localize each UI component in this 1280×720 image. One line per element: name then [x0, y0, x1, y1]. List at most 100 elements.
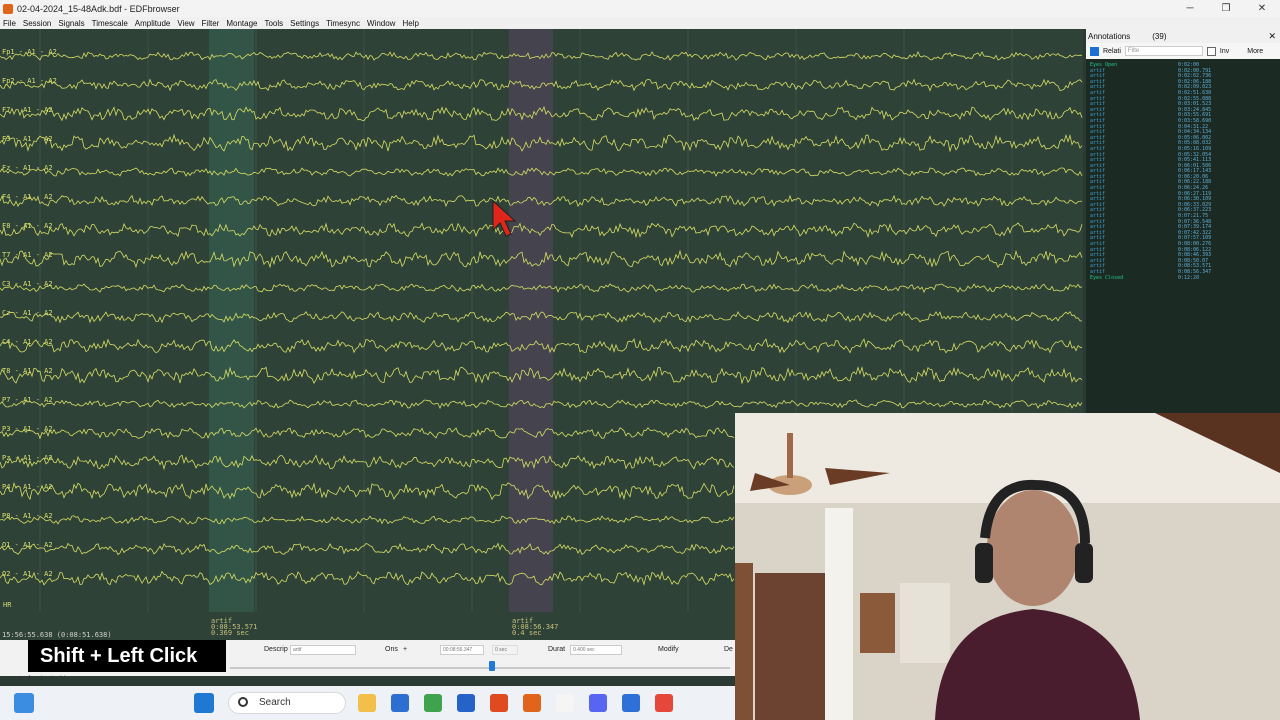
channel-label[interactable]: C3 - A1 - A2	[2, 280, 53, 288]
eeg-trace	[0, 570, 735, 586]
menu-help[interactable]: Help	[402, 19, 418, 28]
maximize-button[interactable]: ❐	[1208, 3, 1244, 14]
onset-input[interactable]: 00:08:56.347	[440, 645, 484, 655]
channel-label[interactable]: F8 - A1 - A2	[2, 222, 53, 230]
eeg-trace	[0, 133, 1083, 153]
channel-label[interactable]: O2 - A1 - A2	[2, 570, 53, 578]
chrome-icon[interactable]	[655, 694, 673, 712]
annotation-label-2: artif 0:08:56.347 0.4 sec	[512, 617, 559, 637]
menu-view[interactable]: View	[177, 19, 194, 28]
inverse-checkbox[interactable]	[1206, 46, 1216, 56]
annotation-label-1: artif 0:08:53.571 0.369 sec	[211, 617, 258, 637]
window-title: 02-04-2024_15-48Adk.bdf - EDFbrowser	[17, 3, 180, 14]
onset-label: Ons	[385, 646, 398, 653]
eeg-trace	[0, 482, 735, 501]
minimize-button[interactable]: ─	[1172, 3, 1208, 14]
eeg-trace	[0, 78, 1083, 92]
menu-montage[interactable]: Montage	[226, 19, 257, 28]
playback-controls[interactable]: ⏮ ■ ▶ ◇ ⋀ ⋁ ‹ › ⏭	[8, 676, 93, 683]
onset-sign[interactable]: +	[403, 646, 407, 653]
eeg-trace	[0, 542, 735, 556]
filter-input[interactable]: Filte	[1124, 46, 1203, 56]
annotations-header: Annotations (39) ✕	[1086, 29, 1280, 43]
description-input[interactable]: artif	[290, 645, 356, 655]
menu-filter[interactable]: Filter	[202, 19, 220, 28]
search-label: Search	[259, 697, 291, 708]
onset-extra[interactable]: 0 sec	[492, 645, 518, 655]
more-button[interactable]: More	[1247, 48, 1263, 55]
relative-checkbox[interactable]	[1090, 46, 1099, 56]
hr-label: HR	[3, 601, 12, 609]
menu-timesync[interactable]: Timesync	[326, 19, 360, 28]
channel-label[interactable]: O1 - A1 - A2	[2, 541, 53, 549]
channel-label[interactable]: T7 - A1 - A2	[2, 251, 53, 259]
discord-icon[interactable]	[589, 694, 607, 712]
channel-label[interactable]: F3 - A1 - A2	[2, 135, 53, 143]
eeg-trace	[0, 283, 1083, 293]
channel-label[interactable]: C4 - A1 - A2	[2, 338, 53, 346]
menu-session[interactable]: Session	[23, 19, 51, 28]
annotations-title: Annotations	[1088, 31, 1131, 41]
menu-window[interactable]: Window	[367, 19, 395, 28]
store-icon[interactable]	[391, 694, 409, 712]
inverse-label: Inv	[1219, 47, 1230, 55]
duration-label: Durat	[548, 646, 566, 653]
eeg-trace	[0, 515, 735, 525]
files-icon[interactable]	[358, 694, 376, 712]
menu-signals[interactable]: Signals	[58, 19, 84, 28]
eeg-trace	[0, 105, 1083, 122]
channel-label[interactable]: F4 - A1 - A2	[2, 193, 53, 201]
time-slider-track[interactable]	[230, 667, 730, 669]
eeg-trace	[0, 51, 1083, 61]
webcam-video	[735, 413, 1280, 720]
annotation-description: Eyes Closed	[1090, 274, 1124, 281]
menu-amplitude[interactable]: Amplitude	[135, 19, 171, 28]
menu-tools[interactable]: Tools	[264, 19, 283, 28]
annotations-toolbar: Relati Filte Inv More	[1086, 43, 1280, 59]
edfbrowser-icon[interactable]	[523, 694, 541, 712]
annotation-time: 0:12:20	[1178, 274, 1200, 281]
windows-start-icon[interactable]	[14, 693, 34, 713]
channel-label[interactable]: Fp1 - A1 - A2	[2, 48, 57, 56]
taskbar-search[interactable]: Search	[228, 692, 346, 714]
annotations-panel: Annotations (39) ✕ Relati Filte Inv More…	[1086, 29, 1280, 413]
duration-input[interactable]: 0.400 sec	[570, 645, 622, 655]
eeg-trace	[0, 365, 1083, 385]
channel-label[interactable]: F7 - A1 - A2	[2, 106, 53, 114]
annotations-list[interactable]: Eyes Open 0:02:00 artif 0:02:00.791 artif 0:0…	[1090, 62, 1276, 413]
channel-label[interactable]: P7 - A1 - A2	[2, 396, 53, 404]
keystroke-overlay: Shift + Left Click	[28, 640, 226, 672]
time-readout: 15:56:55.638 (0:08:51.638)	[2, 631, 112, 639]
keynote-icon[interactable]	[457, 694, 475, 712]
time-slider-thumb[interactable]	[489, 661, 495, 671]
eeg-trace	[0, 399, 1083, 410]
channel-label[interactable]: P4 - A1 - A2	[2, 483, 53, 491]
eeg-trace	[0, 194, 1083, 208]
menu-settings[interactable]: Settings	[290, 19, 319, 28]
notes-icon[interactable]	[556, 694, 574, 712]
menu-bar: File Session Signals Timescale Amplitude…	[0, 17, 1280, 29]
channel-label[interactable]: Fp2 - A1 - A2	[2, 77, 57, 85]
sheets-icon[interactable]	[424, 694, 442, 712]
channel-label[interactable]: Pz - A1 - A2	[2, 454, 53, 462]
modify-button[interactable]: Modify	[650, 644, 687, 656]
eeg-trace	[0, 454, 735, 471]
eeg-trace	[0, 427, 735, 440]
close-window-button[interactable]: ✕	[1244, 3, 1280, 14]
annotation-list-item[interactable]: Eyes Closed 0:12:20	[1090, 274, 1276, 282]
annotations-count: (39)	[1152, 31, 1167, 41]
menu-file[interactable]: File	[3, 19, 16, 28]
eeg-trace	[0, 222, 1083, 239]
office-icon[interactable]	[490, 694, 508, 712]
description-label: Descrip	[264, 646, 288, 653]
app-icon[interactable]	[622, 694, 640, 712]
start-button-icon[interactable]	[194, 693, 214, 713]
menu-timescale[interactable]: Timescale	[92, 19, 128, 28]
search-icon	[238, 697, 248, 707]
channel-label[interactable]: T8 - A1 - A2	[2, 367, 53, 375]
channel-label[interactable]: P8 - A1 - A2	[2, 512, 53, 520]
channel-label[interactable]: Fz - A1 - A2	[2, 164, 53, 172]
close-icon[interactable]: ✕	[1268, 31, 1276, 42]
channel-label[interactable]: P3 - A1 - A2	[2, 425, 53, 433]
channel-label[interactable]: Cz - A1 - A2	[2, 309, 53, 317]
